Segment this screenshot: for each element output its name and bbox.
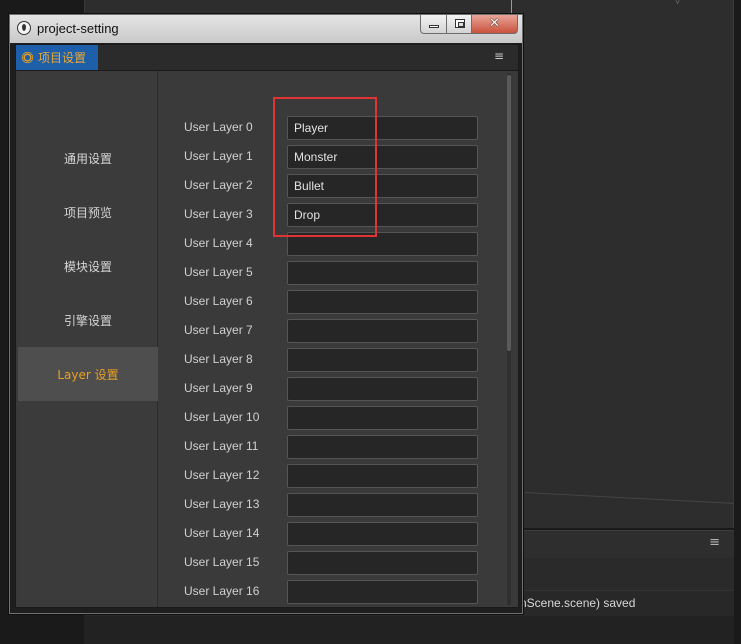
sidebar-item-preview[interactable]: 项目预览 [18, 185, 158, 239]
settings-sidebar: 通用设置 项目预览 模块设置 引擎设置 Layer 设置 [18, 71, 158, 607]
title-bar[interactable]: project-setting ✕ [10, 15, 522, 43]
layer-name-input[interactable] [287, 464, 478, 488]
sidebar-item-layer[interactable]: Layer 设置 [18, 347, 158, 401]
layer-name-input[interactable] [287, 174, 478, 198]
layer-row: User Layer 14 [159, 522, 489, 546]
layer-name-input[interactable] [287, 406, 478, 430]
panel-tab-bar: 项目设置 ≡ [16, 45, 518, 71]
gear-icon [23, 53, 32, 62]
panel-menu-icon[interactable]: ≡ [494, 50, 504, 62]
close-button[interactable]: ✕ [472, 15, 518, 34]
layer-name-input[interactable] [287, 116, 478, 140]
layer-name-input[interactable] [287, 493, 478, 517]
sidebar-item-modules[interactable]: 模块设置 [18, 239, 158, 293]
layer-row: User Layer 7 [159, 319, 489, 343]
layer-name-input[interactable] [287, 377, 478, 401]
layer-row: User Layer 15 [159, 551, 489, 575]
layer-label: User Layer 7 [184, 323, 253, 337]
project-setting-window: project-setting ✕ 项目设置 ≡ 通用设置 项目预览 模块设置 … [9, 14, 523, 614]
layer-name-input[interactable] [287, 203, 478, 227]
layer-name-input[interactable] [287, 261, 478, 285]
layer-label: User Layer 12 [184, 468, 260, 482]
layer-row: User Layer 0 [159, 116, 489, 140]
sidebar-item-general[interactable]: 通用设置 [18, 131, 158, 185]
maximize-button[interactable] [446, 15, 472, 34]
scrollbar-thumb[interactable] [507, 75, 511, 351]
editor-bottom-bar [84, 616, 734, 644]
layer-label: User Layer 10 [184, 410, 260, 424]
console-message: nScene.scene) saved [520, 596, 636, 610]
minimize-icon [429, 25, 439, 28]
tab-project-settings[interactable]: 项目设置 [16, 45, 98, 70]
layer-row: User Layer 11 [159, 435, 489, 459]
layer-label: User Layer 9 [184, 381, 253, 395]
sidebar-item-engine[interactable]: 引擎设置 [18, 293, 158, 347]
layer-label: User Layer 11 [184, 439, 259, 453]
layer-row: User Layer 5 [159, 261, 489, 285]
layer-row: User Layer 3 [159, 203, 489, 227]
layer-name-input[interactable] [287, 551, 478, 575]
tab-label: 项目设置 [38, 51, 87, 65]
layer-row: User Layer 6 [159, 290, 489, 314]
scrollbar[interactable] [507, 73, 511, 605]
layer-name-input[interactable] [287, 435, 478, 459]
scene-marker-icon: ▽ [674, 0, 681, 6]
hamburger-icon[interactable]: ≡ [709, 535, 720, 550]
window-title: project-setting [37, 21, 119, 36]
layer-row: User Layer 8 [159, 348, 489, 372]
sidebar-item-label: 引擎设置 [63, 313, 112, 328]
layer-row: User Layer 9 [159, 377, 489, 401]
layer-label: User Layer 14 [184, 526, 260, 540]
layer-row: User Layer 4 [159, 232, 489, 256]
layer-label: User Layer 4 [184, 236, 253, 250]
layer-name-input[interactable] [287, 232, 478, 256]
layer-label: User Layer 15 [184, 555, 260, 569]
layer-name-input[interactable] [287, 580, 478, 604]
layer-row: User Layer 12 [159, 464, 489, 488]
close-icon: ✕ [489, 16, 500, 31]
settings-content: 通用设置 项目预览 模块设置 引擎设置 Layer 设置 User Layer … [16, 71, 518, 607]
layer-name-input[interactable] [287, 319, 478, 343]
layer-label: User Layer 2 [184, 178, 253, 192]
layer-name-input[interactable] [287, 522, 478, 546]
layer-label: User Layer 0 [184, 120, 253, 134]
layer-row: User Layer 10 [159, 406, 489, 430]
sidebar-item-label: 通用设置 [63, 151, 112, 166]
layer-row: User Layer 2 [159, 174, 489, 198]
settings-panel: 项目设置 ≡ 通用设置 项目预览 模块设置 引擎设置 Layer 设置 User… [15, 44, 519, 608]
layer-settings-form: User Layer 0 User Layer 1 User Layer 2 U… [159, 71, 518, 607]
layer-label: User Layer 13 [184, 497, 260, 511]
layer-name-input[interactable] [287, 145, 478, 169]
sidebar-item-label: 项目预览 [63, 205, 112, 220]
layer-label: User Layer 16 [184, 584, 260, 598]
layer-label: User Layer 6 [184, 294, 253, 308]
scene-grid-line [524, 492, 733, 510]
layer-row: User Layer 13 [159, 493, 489, 517]
layer-name-input[interactable] [287, 348, 478, 372]
sidebar-item-label: 模块设置 [63, 259, 112, 274]
layer-label: User Layer 5 [184, 265, 253, 279]
layer-label: User Layer 3 [184, 207, 253, 221]
layer-label: User Layer 8 [184, 352, 253, 366]
layer-row: User Layer 16 [159, 580, 489, 604]
maximize-icon [455, 19, 465, 28]
layer-name-input[interactable] [287, 290, 478, 314]
window-controls: ✕ [420, 15, 518, 34]
minimize-button[interactable] [420, 15, 446, 34]
layer-label: User Layer 1 [184, 149, 253, 163]
app-icon [17, 21, 31, 35]
layer-row: User Layer 1 [159, 145, 489, 169]
sidebar-item-label: Layer 设置 [57, 367, 119, 382]
